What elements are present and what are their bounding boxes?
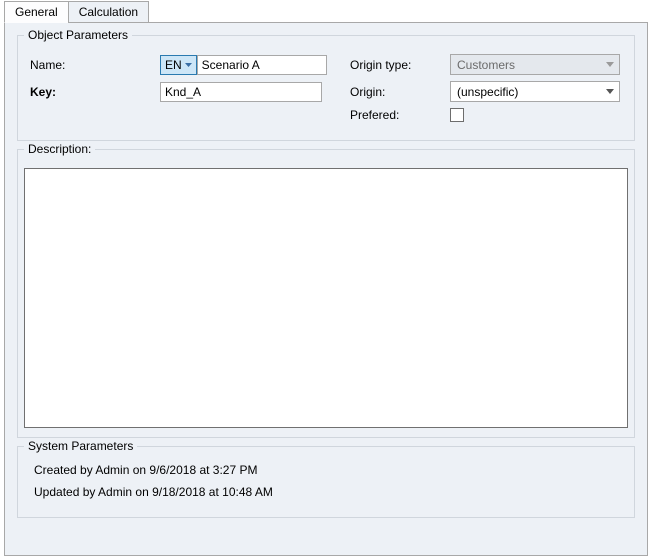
name-label: Name: xyxy=(30,58,160,72)
origin-type-value: Customers xyxy=(457,58,515,72)
key-input[interactable] xyxy=(160,82,322,102)
description-group: Description: xyxy=(17,149,635,438)
language-dropdown[interactable]: EN xyxy=(160,55,197,75)
chevron-down-icon xyxy=(601,56,617,73)
tab-calculation[interactable]: Calculation xyxy=(68,1,149,23)
tab-panel-general: Object Parameters Name: EN Origin type: … xyxy=(4,22,648,556)
prefered-checkbox[interactable] xyxy=(450,108,464,122)
origin-label: Origin: xyxy=(350,85,450,99)
language-value: EN xyxy=(165,58,182,72)
origin-type-label: Origin type: xyxy=(350,58,450,72)
created-line: Created by Admin on 9/6/2018 at 3:27 PM xyxy=(34,463,624,477)
object-parameters-legend: Object Parameters xyxy=(24,28,132,42)
description-textarea[interactable] xyxy=(24,168,628,428)
updated-line: Updated by Admin on 9/18/2018 at 10:48 A… xyxy=(34,485,624,499)
origin-type-select: Customers xyxy=(450,54,620,75)
chevron-down-icon xyxy=(601,83,617,100)
origin-value: (unspecific) xyxy=(457,85,518,99)
prefered-label: Prefered: xyxy=(350,108,450,122)
description-label: Description: xyxy=(24,142,95,156)
system-parameters-legend: System Parameters xyxy=(24,439,137,453)
tab-general[interactable]: General xyxy=(4,1,69,23)
origin-select[interactable]: (unspecific) xyxy=(450,81,620,102)
chevron-down-icon xyxy=(184,56,194,74)
system-parameters-group: System Parameters Created by Admin on 9/… xyxy=(17,446,635,518)
tab-strip: General Calculation xyxy=(0,0,652,22)
object-parameters-group: Object Parameters Name: EN Origin type: … xyxy=(17,35,635,141)
name-input[interactable] xyxy=(197,55,327,75)
key-label: Key: xyxy=(30,85,160,99)
